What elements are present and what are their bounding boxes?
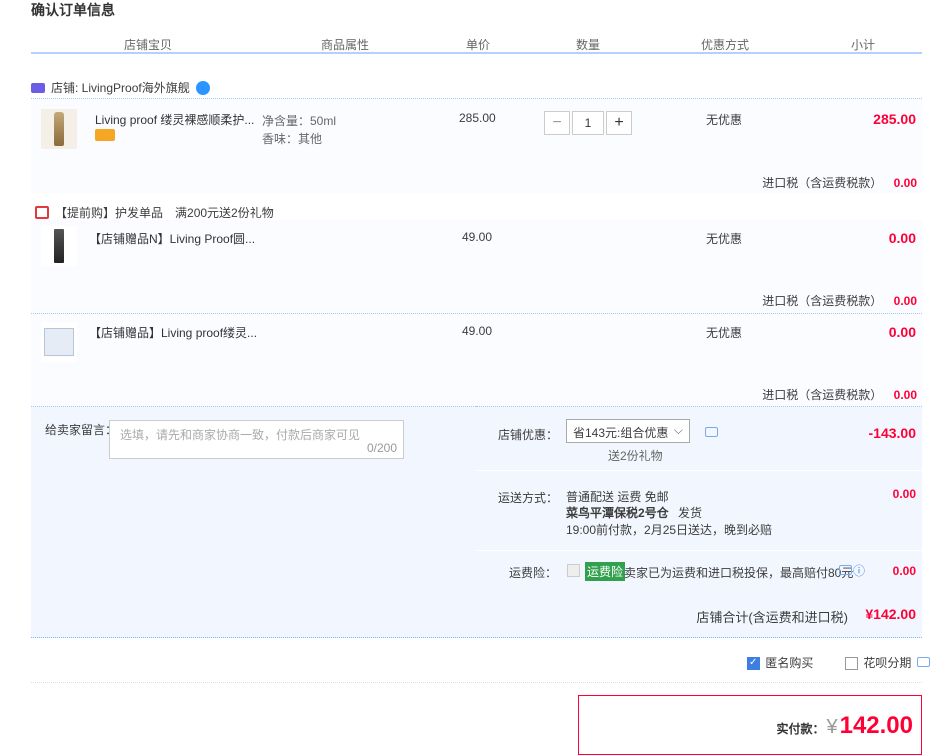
installment-checkbox[interactable] (845, 657, 858, 671)
message-placeholder: 选填，请先和商家协商一致，付款后商家可见 (120, 428, 361, 442)
shop-discount-select[interactable]: 省143元:组合优惠 ⌵ (566, 419, 690, 443)
tax-value: 0.00 (893, 176, 917, 190)
increase-button[interactable]: + (606, 111, 632, 135)
item-name[interactable]: Living proof 缕灵裸感顺柔护... (95, 111, 254, 128)
anonymous-checkbox[interactable] (747, 657, 760, 671)
card-image-icon (44, 328, 74, 356)
col-qty: 数量 (576, 38, 601, 52)
item-subtotal: 0.00 (888, 324, 916, 340)
tax-value: 0.00 (893, 294, 917, 308)
product-image[interactable] (41, 322, 77, 362)
item-attr-scent: 香味：其他 (262, 132, 323, 146)
tax-line: 进口税（含运费税款） 0.00 (762, 386, 917, 403)
insurance-label: 运费险： (509, 566, 558, 580)
payment-currency: ¥ (826, 716, 838, 738)
item-price: 49.00 (462, 324, 493, 338)
tube-icon (54, 229, 64, 263)
chat-icon[interactable] (705, 427, 718, 437)
gift-icon (35, 206, 49, 219)
shipping-warehouse-line: 菜鸟平潭保税2号仓 发货 (566, 504, 702, 521)
card-icon (95, 129, 115, 141)
shop-discount-label: 店铺优惠： (498, 428, 559, 442)
tax-label: 进口税（含运费税款） (762, 294, 883, 308)
chat-icon[interactable] (916, 657, 930, 667)
installment-option[interactable]: 花呗分期 (845, 654, 930, 671)
shipping-dispatch: 发货 (678, 506, 703, 520)
item-price: 285.00 (459, 111, 496, 125)
payment-box: 实付款： ¥ 142.00 (578, 695, 922, 755)
product-image[interactable] (41, 226, 77, 266)
shipping-warehouse: 菜鸟平潭保税2号仓 (566, 506, 669, 520)
shipping-row: 运送方式： 普通配送 运费 免邮 菜鸟平潭保税2号仓 发货 19:00前付款，2… (476, 471, 922, 551)
item-discount: 无优惠 (706, 326, 743, 340)
col-discount: 优惠方式 (701, 38, 750, 52)
anonymous-option[interactable]: 匿名购买 (747, 654, 813, 671)
anonymous-label: 匿名购买 (765, 656, 814, 670)
shop-discount-value: -143.00 (868, 425, 916, 441)
shop-total-label: 店铺合计(含运费和进口税) (696, 610, 848, 625)
shop-line: 店铺: LivingProof海外旗舰 (31, 79, 210, 96)
tax-line: 进口税（含运费税款） 0.00 (762, 174, 917, 191)
shop-discount-selected: 省143元:组合优惠 (573, 426, 669, 440)
order-summary-panel: 店铺优惠： 省143元:组合优惠 ⌵ 送2份礼物 -143.00 运送方式： 普… (476, 406, 922, 592)
page-title: 确认订单信息 (31, 2, 115, 18)
tmall-icon (31, 82, 45, 93)
item-subtotal: 0.00 (888, 230, 916, 246)
wangwang-chat-icon[interactable] (195, 80, 210, 95)
gift-promo-text: 满200元送2份礼物 (175, 206, 274, 220)
item-row: Living proof 缕灵裸感顺柔护... 净含量：50ml 香味：其他 2… (31, 98, 922, 193)
bottle-icon (54, 112, 64, 146)
tax-line: 进口税（含运费税款） 0.00 (762, 292, 917, 309)
payment-line: 实付款： ¥ 142.00 (776, 712, 913, 740)
payment-label: 实付款： (776, 722, 825, 736)
item-discount: 无优惠 (706, 113, 743, 127)
column-header: 店铺宝贝 商品属性 单价 数量 优惠方式 小计 (31, 32, 922, 54)
message-label: 给卖家留言： (45, 423, 118, 437)
item-subtotal: 285.00 (873, 111, 916, 127)
shop-name[interactable]: 店铺: LivingProof海外旗舰 (51, 79, 190, 96)
gift-promo-line: 【提前购】护发单品 满200元送2份礼物 (35, 204, 274, 221)
payment-amount: 142.00 (839, 712, 913, 739)
message-area: 给卖家留言： 选填，请先和商家协商一致，付款后商家可见 0/200 (31, 406, 476, 591)
shipping-method: 普通配送 运费 免邮 (566, 490, 669, 504)
tax-value: 0.00 (893, 388, 917, 402)
chat-icon[interactable] (839, 565, 852, 575)
installment-label: 花呗分期 (863, 656, 912, 670)
col-item: 店铺宝贝 (124, 38, 173, 52)
item-name[interactable]: 【店铺赠品】Living proof缕灵... (89, 324, 257, 341)
shipping-eta: 19:00前付款，2月25日送达，晚到必赔 (566, 523, 773, 537)
col-price: 单价 (466, 38, 491, 52)
item-discount: 无优惠 (706, 232, 743, 246)
shop-total-value: ¥142.00 (865, 606, 916, 622)
help-icon[interactable]: ⓘ (853, 562, 865, 579)
quantity-stepper: − 1 + (544, 111, 632, 135)
gift-item-row: 【店铺赠品N】Living Proof圆... 49.00 无优惠 0.00 进… (31, 220, 922, 313)
gift-promo-tag: 【提前购】护发单品 (55, 206, 164, 220)
decrease-button[interactable]: − (544, 111, 570, 135)
item-attr-size: 净含量：50ml (262, 114, 337, 128)
tax-label: 进口税（含运费税款） (762, 176, 883, 190)
gift-item-row: 【店铺赠品】Living proof缕灵... 49.00 无优惠 0.00 进… (31, 313, 922, 406)
product-image[interactable] (41, 109, 77, 149)
shop-discount-note: 送2份礼物 (608, 449, 663, 463)
col-subtotal: 小计 (851, 38, 876, 52)
insurance-row: 运费险： 运费险 卖家已为运费和进口税投保，最高赔付80元 ⓘ 0.00 (476, 551, 922, 592)
item-name[interactable]: 【店铺赠品N】Living Proof圆... (89, 230, 255, 247)
insurance-checkbox[interactable] (567, 564, 580, 577)
tax-label: 进口税（含运费税款） (762, 388, 883, 402)
message-counter: 0/200 (366, 441, 397, 455)
item-price: 49.00 (462, 230, 493, 244)
shipping-label: 运送方式： (498, 491, 559, 505)
chevron-down-icon: ⌵ (673, 423, 683, 437)
col-attr: 商品属性 (321, 38, 370, 52)
divider (31, 682, 922, 683)
insurance-text: 卖家已为运费和进口税投保，最高赔付80元 (624, 566, 854, 580)
shipping-value: 0.00 (892, 487, 916, 501)
quantity-input[interactable]: 1 (572, 111, 604, 135)
shop-discount-row: 店铺优惠： 省143元:组合优惠 ⌵ 送2份礼物 -143.00 (476, 407, 922, 471)
insurance-badge: 运费险 (585, 562, 626, 581)
shop-total-row: 店铺合计(含运费和进口税) ¥142.00 (31, 591, 922, 638)
message-input[interactable]: 选填，请先和商家协商一致，付款后商家可见 0/200 (109, 420, 404, 459)
insurance-value: 0.00 (892, 564, 916, 578)
